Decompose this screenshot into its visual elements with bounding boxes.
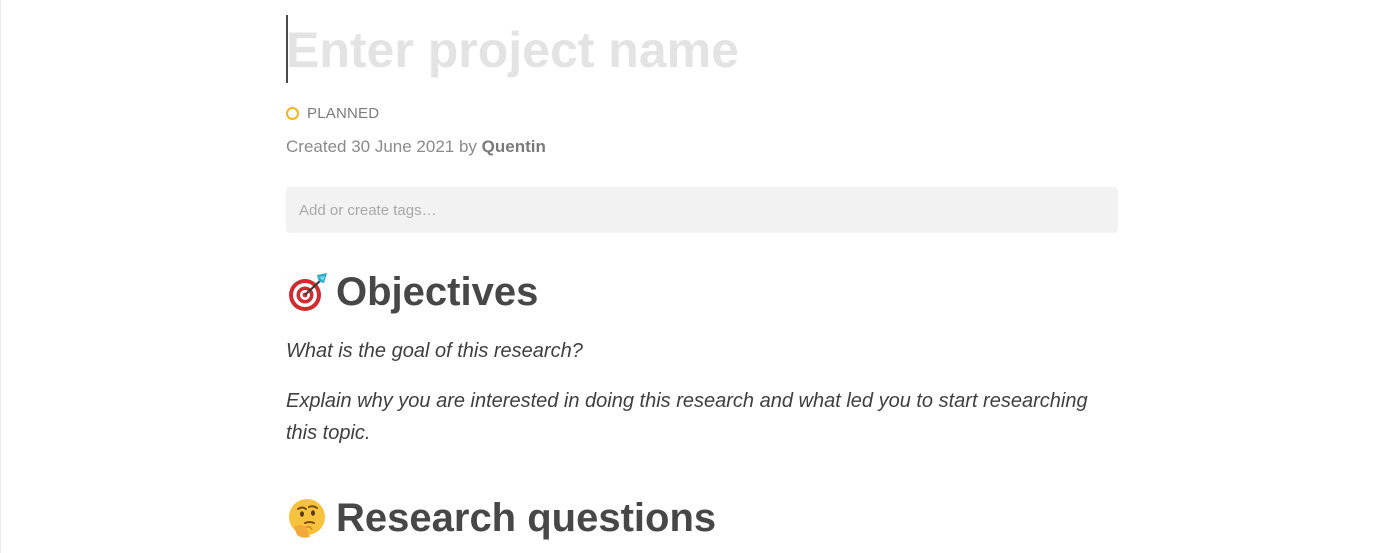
- target-dart-icon: [289, 273, 327, 311]
- objectives-heading: Objectives: [286, 266, 1118, 318]
- tags-field[interactable]: [286, 187, 1118, 233]
- objectives-heading-text: Objectives: [336, 269, 539, 314]
- objectives-prompt-goal[interactable]: What is the goal of this research?: [286, 335, 1118, 367]
- status-label: PLANNED: [307, 104, 380, 122]
- circle-outline-icon: [286, 106, 299, 120]
- project-name-input[interactable]: [286, 14, 1106, 86]
- tags-input[interactable]: [299, 201, 1099, 219]
- text-cursor: [286, 15, 288, 83]
- left-border: [0, 0, 1, 553]
- status-badge[interactable]: PLANNED: [286, 103, 1118, 123]
- thinking-face-icon: [289, 499, 325, 538]
- project-document: PLANNED Created 30 June 2021 by Quentin …: [286, 14, 1118, 544]
- title-area: [286, 14, 1118, 86]
- author-name: Quentin: [481, 137, 546, 156]
- research-questions-heading-text: Research questions: [336, 495, 717, 540]
- objectives-prompt-explanation[interactable]: Explain why you are interested in doing …: [286, 385, 1118, 449]
- created-text: Created 30 June 2021 by: [286, 137, 477, 156]
- created-info: Created 30 June 2021 by Quentin: [286, 135, 1118, 159]
- research-questions-heading: Research questions: [286, 492, 1118, 544]
- project-page: PLANNED Created 30 June 2021 by Quentin …: [0, 0, 1400, 553]
